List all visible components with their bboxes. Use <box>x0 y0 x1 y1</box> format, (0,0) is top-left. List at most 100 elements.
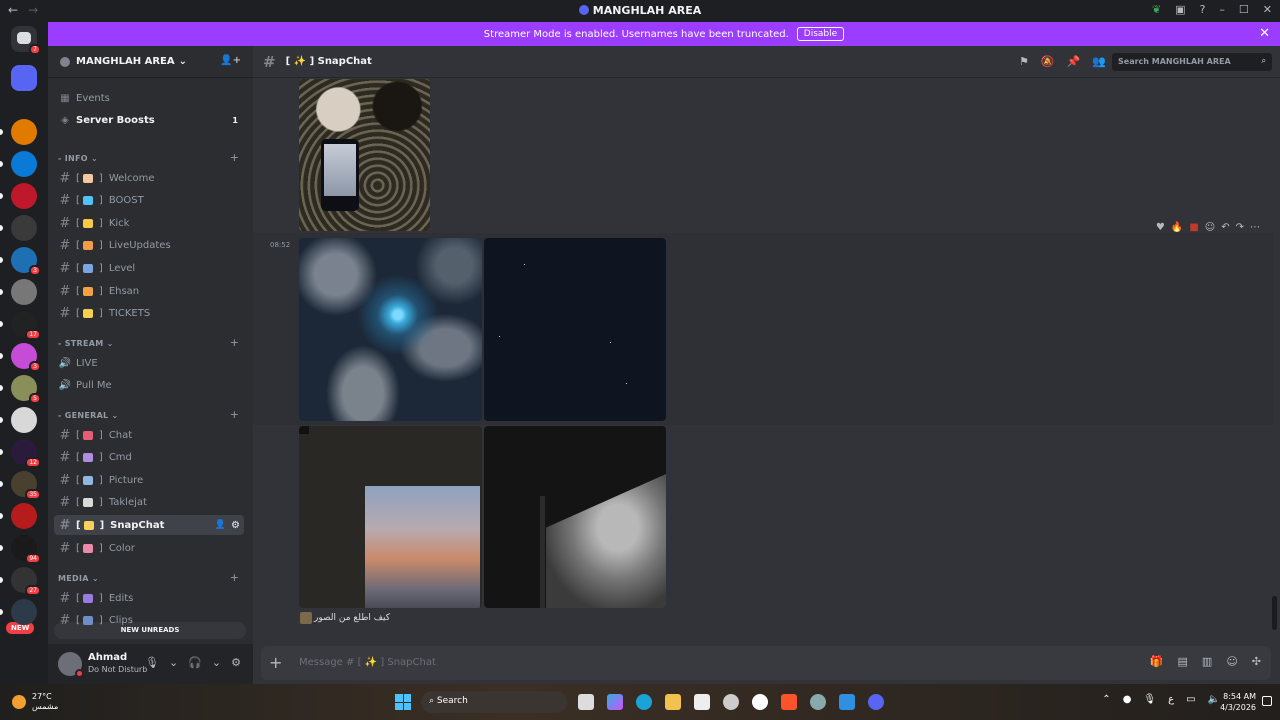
server-icon[interactable] <box>11 119 37 145</box>
channel-picture[interactable]: # [] Picture <box>54 470 244 490</box>
category-general[interactable]: - GENERAL ⌄ <box>58 411 119 420</box>
network-icon[interactable]: ▭ <box>1186 694 1195 705</box>
channel-welcome[interactable]: # [] Welcome <box>54 168 244 188</box>
create-channel-info-icon[interactable]: + <box>230 151 239 164</box>
close-banner-icon[interactable]: ✕ <box>1259 26 1270 41</box>
chevron-up-icon[interactable]: ⌃ <box>1102 694 1110 705</box>
server-icon[interactable] <box>11 407 37 433</box>
brave-icon[interactable] <box>781 694 797 710</box>
channel-liveupdates[interactable]: # [] LiveUpdates <box>54 236 244 256</box>
scrollbar[interactable] <box>1272 596 1277 630</box>
maximize-button[interactable]: ☐ <box>1239 3 1249 16</box>
gift-icon[interactable]: 🎁 <box>1150 655 1164 668</box>
channel-pull-me[interactable]: 🔊 Pull Me <box>54 375 244 395</box>
sticker-icon[interactable]: ▥ <box>1202 655 1212 668</box>
channel-taklejat[interactable]: # [] Taklejat <box>54 493 244 513</box>
chevron-down-icon[interactable]: ⌄ <box>169 656 178 669</box>
close-button[interactable]: ✕ <box>1263 3 1272 16</box>
image-attachment[interactable] <box>299 238 482 421</box>
forward-icon[interactable]: ↷ <box>1236 222 1244 233</box>
github-icon[interactable] <box>752 694 768 710</box>
start-button[interactable] <box>395 694 411 710</box>
taskbar-clock[interactable]: 8:54 AM 4/3/2026 <box>1220 691 1256 713</box>
category-media[interactable]: MEDIA ⌄ <box>58 574 99 583</box>
server-icon[interactable] <box>11 65 37 91</box>
channel-tickets[interactable]: # [] TICKETS <box>54 304 244 324</box>
screen-icon[interactable]: ▣ <box>1175 3 1185 16</box>
invite-member-icon[interactable]: 👤 <box>215 520 226 530</box>
channel-chat[interactable]: # [] Chat <box>54 425 244 445</box>
help-icon[interactable]: ? <box>1200 3 1206 16</box>
channel-snapchat[interactable]: # [] SnapChat 👤 ⚙ <box>54 515 244 536</box>
gear-app-icon[interactable] <box>810 694 826 710</box>
more-icon[interactable]: ⋯ <box>1250 222 1260 233</box>
guild-header[interactable]: MANGHLAH AREA ⌄ 👤+ <box>48 46 253 78</box>
server-icon[interactable] <box>11 183 37 209</box>
language-indicator[interactable]: ع <box>1168 694 1174 705</box>
channel-kick[interactable]: # [] Kick <box>54 213 244 233</box>
server-icon[interactable]: 5 <box>11 375 41 404</box>
settings-gear-icon[interactable]: ⚙ <box>231 656 241 669</box>
server-icon[interactable]: 35 <box>11 471 41 500</box>
image-attachment[interactable] <box>484 426 666 608</box>
pin-icon[interactable]: 📌 <box>1067 55 1081 68</box>
server-icon[interactable]: 3 <box>11 247 41 276</box>
create-channel-stream-icon[interactable]: + <box>230 336 239 349</box>
app-tray-icon[interactable]: ● <box>1123 694 1132 705</box>
server-icon[interactable] <box>11 503 37 529</box>
channel-level[interactable]: # [] Level <box>54 258 244 278</box>
server-icon[interactable] <box>11 215 37 241</box>
server-icon[interactable]: 17 <box>11 311 41 340</box>
notification-icon[interactable] <box>1262 696 1272 706</box>
add-reaction-icon[interactable]: ☺ <box>1205 222 1215 233</box>
channel-settings-gear-icon[interactable]: ⚙ <box>231 520 240 531</box>
image-attachment[interactable] <box>484 238 666 421</box>
add-attachment-icon[interactable]: + <box>269 653 282 672</box>
apps-icon[interactable]: ✣ <box>1252 655 1261 668</box>
emoji-icon[interactable]: ☺ <box>1226 655 1237 668</box>
category-info[interactable]: - INFO ⌄ <box>58 154 98 163</box>
server-icon[interactable] <box>11 279 37 305</box>
channel-boost[interactable]: # [] BOOST <box>54 191 244 211</box>
server-boosts-item[interactable]: ◈ Server Boosts 1 <box>54 110 244 130</box>
weather-widget[interactable]: 27°C مشمس <box>12 692 58 712</box>
channel-live[interactable]: 🔊 LIVE <box>54 353 244 373</box>
message-composer[interactable]: + Message # [ ✨ ] SnapChat 🎁 ▤ ▥ ☺ ✣ <box>261 646 1271 680</box>
image-attachment[interactable] <box>299 426 482 608</box>
channel-clips[interactable]: # [] Clips <box>54 611 244 631</box>
microphone-icon[interactable]: 🎙 <box>145 656 159 669</box>
channel-color[interactable]: # [] Color <box>54 538 244 558</box>
headphones-icon[interactable]: 🎧 <box>188 656 202 669</box>
photos-icon[interactable] <box>839 694 855 710</box>
server-icon[interactable]: 94 <box>11 535 41 564</box>
volume-icon[interactable]: 🔈 <box>1208 694 1220 705</box>
copilot-icon[interactable] <box>607 694 623 710</box>
heart-reaction-icon[interactable]: ♥ <box>1156 222 1165 233</box>
threads-icon[interactable]: ⚑ <box>1019 55 1029 68</box>
message-input[interactable]: Message # [ ✨ ] SnapChat <box>299 657 436 668</box>
disable-button[interactable]: Disable <box>796 27 845 41</box>
chevron-down-icon[interactable]: ⌄ <box>212 656 221 669</box>
channel-cmd[interactable]: # [] Cmd <box>54 448 244 468</box>
image-attachment[interactable] <box>299 79 430 231</box>
mic-tray-icon[interactable]: 🎙 <box>1143 694 1156 705</box>
server-icon[interactable] <box>11 151 37 177</box>
reply-icon[interactable]: ↶ <box>1221 222 1229 233</box>
mute-bell-icon[interactable]: 🔕 <box>1041 55 1055 68</box>
invite-icon[interactable]: 👤+ <box>220 55 241 66</box>
search-input[interactable]: Search MANGHLAH AREA ⌕ <box>1112 53 1272 71</box>
category-stream[interactable]: - STREAM ⌄ <box>58 339 114 348</box>
member-list-icon[interactable]: 👥 <box>1092 55 1106 68</box>
file-icon[interactable] <box>578 694 594 710</box>
settings-icon[interactable] <box>723 694 739 710</box>
fire-reaction-icon[interactable]: 🔥 <box>1171 222 1183 233</box>
events-item[interactable]: ▦ Events <box>54 88 244 108</box>
direct-messages-button[interactable]: 7 <box>11 26 41 55</box>
server-icon[interactable]: 27 <box>11 567 41 596</box>
create-channel-media-icon[interactable]: + <box>230 571 239 584</box>
server-icon[interactable]: 3 <box>11 343 41 372</box>
gif-icon[interactable]: ▤ <box>1178 655 1188 668</box>
server-icon[interactable]: 12 <box>11 439 41 468</box>
edge-icon[interactable] <box>636 694 652 710</box>
channel-edits[interactable]: # [] Edits <box>54 588 244 608</box>
